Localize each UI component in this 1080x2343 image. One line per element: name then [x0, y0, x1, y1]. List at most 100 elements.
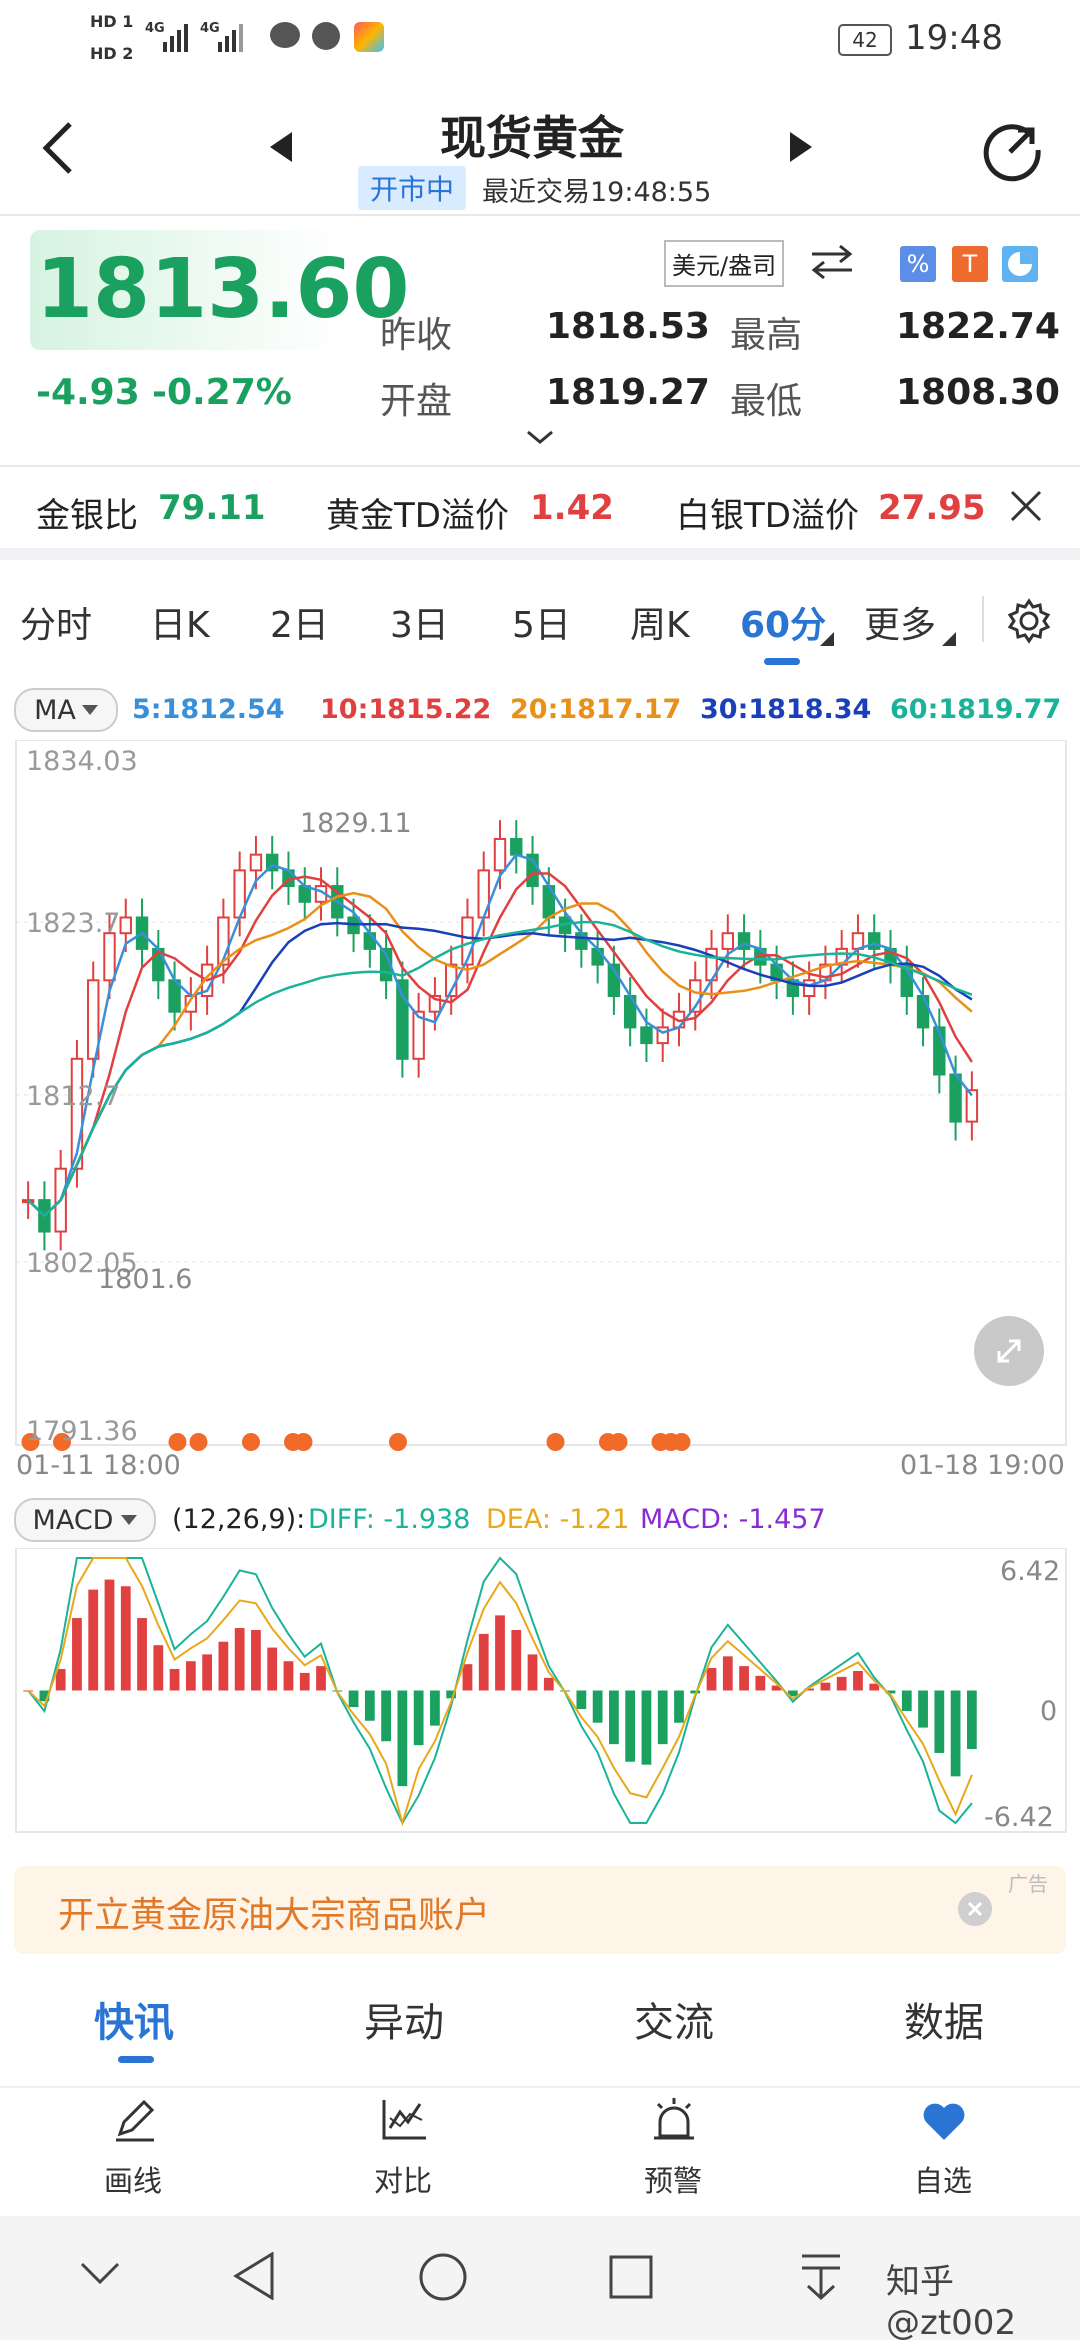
macd-bar [966, 1690, 977, 1750]
fullscreen-button[interactable] [974, 1316, 1044, 1386]
status-bar: HD 1 HD 2 4G 4G 42 19:48 [0, 0, 1080, 80]
tool-watchlist-label: 自选 [914, 2164, 973, 2198]
percent-tool-icon[interactable]: % [900, 246, 936, 282]
sim1-label: HD 1 [90, 12, 134, 31]
svg-text:4G: 4G [145, 21, 165, 36]
macd-bar [739, 1666, 749, 1691]
event-marker [189, 1433, 208, 1451]
tab-3day[interactable]: 3日 [390, 596, 449, 648]
tool-compare-label: 对比 [374, 2164, 433, 2198]
tab-more[interactable]: 更多 [864, 596, 936, 648]
tool-watchlist[interactable]: 自选 [900, 2096, 988, 2206]
ad-close-button[interactable] [958, 1892, 992, 1926]
macd-bar [137, 1618, 147, 1691]
tab-data[interactable]: 数据 [904, 1990, 984, 2048]
swap-icon[interactable] [810, 244, 854, 280]
macd-bar [950, 1690, 961, 1777]
expand-chevron-icon[interactable] [526, 430, 554, 446]
ma10-value: 10:1815.22 [320, 694, 492, 725]
nav-home-icon[interactable] [418, 2252, 468, 2302]
candle-body [949, 1073, 962, 1123]
macd-bar [934, 1690, 945, 1753]
gold-silver-ratio-label: 金银比 [36, 496, 138, 536]
next-item-icon[interactable] [790, 132, 812, 162]
section-gap [0, 548, 1080, 560]
ma-selector[interactable]: MA [14, 688, 118, 732]
candle-body [802, 979, 816, 997]
macd-ytick-top: 6.42 [1000, 1556, 1061, 1587]
settings-gear-icon[interactable] [1006, 598, 1052, 644]
app-notification-icon [354, 22, 384, 52]
back-icon[interactable] [40, 120, 76, 176]
macd-bar [576, 1690, 587, 1710]
macd-bar [413, 1690, 424, 1746]
high-value: 1822.74 [896, 306, 1060, 347]
macd-bar [348, 1690, 359, 1708]
chevron-down-icon [81, 705, 98, 715]
tower-tool-icon[interactable]: T [952, 246, 988, 282]
macd-bar [153, 1645, 164, 1691]
macd-ytick-zero: 0 [1040, 1696, 1058, 1727]
unit-label[interactable]: 美元/盎司 [664, 240, 785, 287]
event-marker [242, 1433, 260, 1451]
tab-intraday[interactable]: 分时 [20, 596, 92, 648]
y-tick-label: 1812.7 [26, 1081, 120, 1112]
candle-body [493, 837, 507, 872]
tab-60min[interactable]: 60分 [740, 596, 826, 648]
macd-selector-label: MACD [32, 1504, 114, 1536]
nav-recents-icon[interactable] [608, 2254, 654, 2300]
macd-bar [755, 1675, 766, 1691]
tab-60min-dropdown-icon [820, 632, 834, 646]
macd-bar [381, 1690, 391, 1742]
macd-bar [104, 1579, 115, 1691]
tab-2day[interactable]: 2日 [270, 596, 329, 648]
refresh-icon[interactable] [980, 118, 1044, 182]
ma-selector-label: MA [34, 694, 76, 726]
y-tick-label: 1834.03 [26, 746, 138, 777]
nav-notifications-icon[interactable] [798, 2250, 844, 2302]
nav-back-icon[interactable] [232, 2252, 276, 2300]
silver-td-premium-value: 27.95 [878, 488, 986, 528]
macd-bar [918, 1690, 928, 1728]
tab-weekly[interactable]: 周K [630, 596, 690, 648]
macd-bar [430, 1690, 440, 1726]
tool-draw-line[interactable]: 画线 [90, 2096, 178, 2206]
ma60-value: 60:1819.77 [890, 694, 1062, 725]
watermark: 知乎 @zt002 [886, 2262, 1017, 2343]
ma5-line [27, 853, 973, 1218]
tool-alert[interactable]: 预警 [630, 2096, 718, 2206]
heart-icon [923, 2103, 965, 2140]
ma5-value: 5:1812.54 [132, 694, 285, 725]
tab-more-dropdown-icon [942, 632, 956, 646]
macd-ytick-bottom: -6.42 [984, 1802, 1054, 1833]
candlestick-chart[interactable]: 1834.031823.71812.71802.051791.36 [0, 740, 1080, 1480]
pie-tool-icon[interactable] [1002, 246, 1038, 282]
prev-item-icon[interactable] [270, 132, 292, 162]
macd-selector[interactable]: MACD [14, 1498, 156, 1542]
tab-discussion[interactable]: 交流 [634, 1990, 714, 2048]
ad-banner[interactable]: 开立黄金原油大宗商品账户 广告 [14, 1866, 1066, 1954]
collapse-icon[interactable] [80, 2260, 120, 2286]
ma30-value: 30:1818.34 [700, 694, 872, 725]
macd-bar [853, 1670, 863, 1691]
macd-bar [120, 1586, 131, 1691]
chart-frame [15, 740, 1067, 1446]
macd-chart[interactable] [0, 1548, 1080, 1834]
silver-td-premium-label: 白银TD溢价 [676, 496, 859, 536]
macd-bar [641, 1690, 652, 1765]
macd-bar [316, 1666, 326, 1691]
tool-compare[interactable]: 对比 [360, 2096, 448, 2206]
macd-bar [234, 1628, 245, 1691]
candle-body [363, 932, 377, 950]
tab-news[interactable]: 快讯 [94, 1990, 174, 2048]
tab-daily[interactable]: 日K [150, 596, 210, 648]
candle-body [103, 932, 116, 982]
event-marker [168, 1433, 187, 1451]
close-icon[interactable] [1008, 488, 1044, 524]
gold-td-premium-label: 黄金TD溢价 [326, 496, 509, 536]
macd-bar [218, 1641, 229, 1691]
macd-bar [527, 1654, 538, 1691]
header: 现货黄金 开市中 最近交易19:48:55 [0, 80, 1080, 215]
tab-movement[interactable]: 异动 [364, 1990, 444, 2048]
tab-5day[interactable]: 5日 [512, 596, 571, 648]
